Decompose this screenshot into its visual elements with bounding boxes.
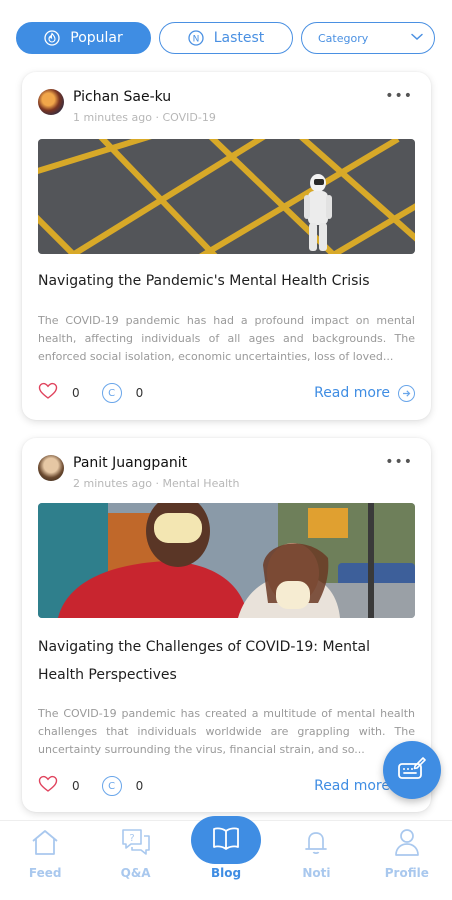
post-author: Panit Juangpanit 2 minutes ago · Mental … bbox=[38, 454, 239, 490]
edit-keyboard-icon bbox=[397, 755, 427, 785]
nav-item-feed[interactable]: Feed bbox=[0, 821, 90, 900]
more-options-icon[interactable]: ••• bbox=[385, 454, 413, 470]
avatar[interactable] bbox=[38, 455, 64, 481]
comment-count: 0 bbox=[135, 386, 144, 400]
comment-icon[interactable]: C bbox=[101, 383, 122, 403]
post-author: Pichan Sae-ku 1 minutes ago · COVID-19 bbox=[38, 88, 216, 124]
post-excerpt: The COVID-19 pandemic has had a profound… bbox=[38, 314, 415, 363]
heart-icon[interactable] bbox=[38, 775, 58, 797]
svg-text:N: N bbox=[192, 34, 199, 44]
heart-icon[interactable] bbox=[38, 382, 58, 404]
home-icon bbox=[30, 827, 60, 857]
arrow-right-icon bbox=[398, 384, 415, 402]
new-badge-icon: N bbox=[188, 30, 204, 46]
write-post-button[interactable] bbox=[383, 741, 441, 799]
nav-label-qa: Q&A bbox=[120, 866, 151, 880]
active-nav-indicator bbox=[191, 816, 262, 864]
svg-text:?: ? bbox=[129, 833, 134, 844]
read-more-link[interactable]: Read more bbox=[314, 384, 415, 402]
nav-item-qa[interactable]: ? Q&A bbox=[90, 821, 180, 900]
read-more-label: Read more bbox=[314, 385, 390, 401]
nav-item-noti[interactable]: Noti bbox=[271, 821, 361, 900]
question-chat-icon: ? bbox=[120, 827, 152, 857]
nav-label-noti: Noti bbox=[302, 866, 331, 880]
post-title[interactable]: Navigating the Challenges of COVID-19: M… bbox=[38, 633, 413, 689]
blog-post-card[interactable]: Panit Juangpanit 2 minutes ago · Mental … bbox=[22, 438, 431, 812]
post-excerpt: The COVID-19 pandemic has created a mult… bbox=[38, 707, 415, 756]
post-cover-image[interactable] bbox=[38, 139, 415, 254]
comment-icon[interactable]: C bbox=[101, 776, 122, 796]
like-count: 0 bbox=[72, 386, 80, 400]
nav-label-feed: Feed bbox=[28, 866, 62, 880]
post-cover-image[interactable] bbox=[38, 503, 415, 618]
post-meta: 2 minutes ago · Mental Health bbox=[73, 477, 240, 490]
blog-post-card[interactable]: Pichan Sae-ku 1 minutes ago · COVID-19 •… bbox=[22, 72, 431, 420]
latest-filter-button[interactable]: N Lastest bbox=[159, 22, 293, 54]
read-more-label: Read more bbox=[314, 778, 390, 794]
bottom-navigation: Feed ? Q&A Blog Noti Profile bbox=[0, 816, 452, 900]
chevron-down-icon bbox=[410, 32, 424, 45]
post-stats: 0 C 0 Read more bbox=[38, 382, 415, 404]
popular-filter-button[interactable]: Popular bbox=[16, 22, 151, 54]
avatar[interactable] bbox=[38, 89, 64, 115]
flame-icon bbox=[44, 30, 60, 46]
nav-label-blog: Blog bbox=[210, 866, 242, 880]
nav-label-profile: Profile bbox=[384, 866, 429, 880]
like-count: 0 bbox=[72, 779, 80, 793]
book-icon bbox=[211, 825, 241, 855]
category-dropdown-label: Category bbox=[318, 31, 369, 45]
post-title[interactable]: Navigating the Pandemic's Mental Health … bbox=[38, 267, 413, 295]
post-stats: 0 C 0 Read more bbox=[38, 775, 415, 797]
user-icon bbox=[393, 827, 421, 857]
comment-count: 0 bbox=[135, 779, 144, 793]
filter-bar: Popular N Lastest Category bbox=[16, 22, 436, 56]
post-meta: 1 minutes ago · COVID-19 bbox=[73, 111, 216, 124]
latest-filter-label: Lastest bbox=[213, 30, 265, 46]
author-name[interactable]: Pichan Sae-ku bbox=[73, 88, 216, 106]
category-dropdown[interactable]: Category bbox=[301, 22, 435, 54]
nav-item-profile[interactable]: Profile bbox=[362, 821, 452, 900]
popular-filter-label: Popular bbox=[70, 30, 123, 46]
more-options-icon[interactable]: ••• bbox=[385, 88, 413, 104]
bell-icon bbox=[301, 827, 331, 857]
nav-item-blog[interactable]: Blog bbox=[181, 816, 271, 900]
author-name[interactable]: Panit Juangpanit bbox=[73, 454, 239, 472]
